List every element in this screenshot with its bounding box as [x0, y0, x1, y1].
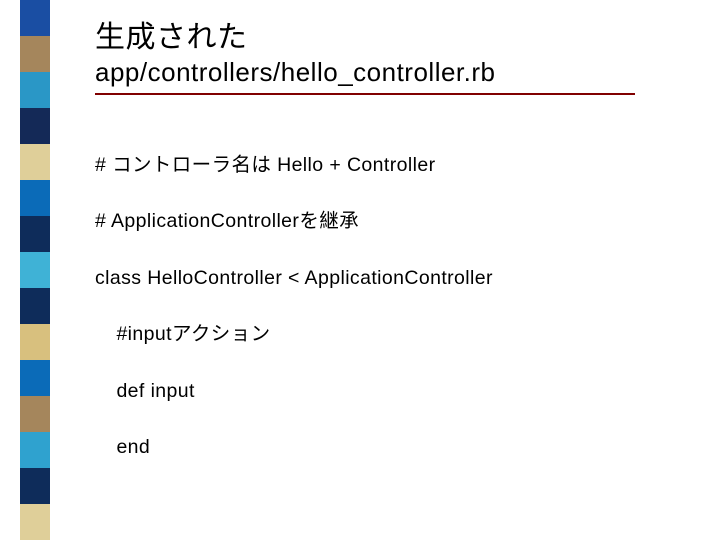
accent-segment [20, 288, 50, 324]
accent-segment [20, 324, 50, 360]
accent-segment [20, 252, 50, 288]
code-text: def input [116, 380, 194, 402]
side-accent-bar [20, 0, 50, 540]
title-jp: 生成された [95, 20, 680, 56]
code-line: #inputアクション [95, 320, 680, 348]
code-text: end [116, 436, 150, 458]
accent-segment [20, 432, 50, 468]
accent-segment [20, 468, 50, 504]
code-line: class HelloController < ApplicationContr… [95, 264, 680, 292]
title-underline [95, 93, 635, 95]
blank-line [95, 490, 680, 518]
accent-segment [20, 144, 50, 180]
content-area: 生成された app/controllers/hello_controller.r… [95, 20, 680, 540]
accent-segment [20, 360, 50, 396]
code-line: # ApplicationControllerを継承 [95, 207, 680, 235]
code-block: # コントローラ名は Hello + Controller # Applicat… [95, 123, 680, 540]
accent-segment [20, 504, 50, 540]
slide: 生成された app/controllers/hello_controller.r… [0, 0, 720, 540]
accent-segment [20, 396, 50, 432]
accent-segment [20, 0, 50, 36]
accent-segment [20, 108, 50, 144]
title-path: app/controllers/hello_controller.rb [95, 56, 680, 89]
code-line: # コントローラ名は Hello + Controller [95, 151, 680, 179]
accent-segment [20, 216, 50, 252]
code-line: def input [95, 377, 680, 405]
accent-segment [20, 180, 50, 216]
accent-segment [20, 72, 50, 108]
code-line: end [95, 433, 680, 461]
code-text: #inputアクション [116, 323, 270, 345]
accent-segment [20, 36, 50, 72]
